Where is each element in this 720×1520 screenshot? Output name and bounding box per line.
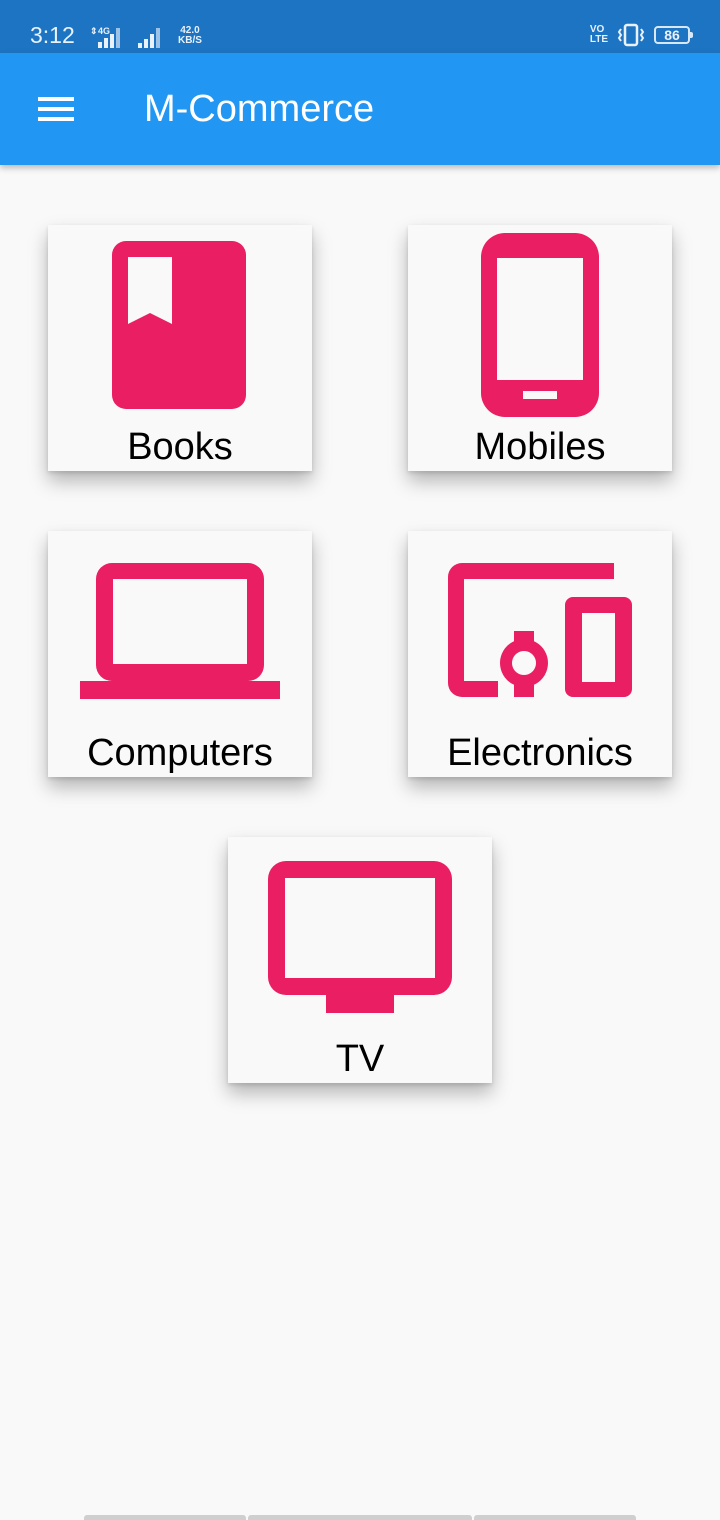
signal-4g-icon: ⇕ 4G	[90, 26, 120, 48]
category-label: Computers	[87, 732, 273, 774]
page-title: M-Commerce	[144, 88, 375, 130]
hamburger-menu-icon[interactable]	[28, 89, 84, 129]
vibrate-icon	[617, 23, 645, 47]
smartphone-icon	[481, 233, 599, 417]
category-card-computers[interactable]: Computers	[48, 531, 312, 777]
nav-hint-left[interactable]	[84, 1515, 246, 1520]
battery-icon: 86	[654, 26, 693, 44]
tv-icon	[268, 861, 452, 1013]
status-bar: 3:12 ⇕ 4G 42.0 KB/S VO LTE 86	[0, 0, 720, 53]
category-label: Mobiles	[474, 426, 606, 468]
category-card-mobiles[interactable]: Mobiles	[408, 225, 672, 471]
category-card-books[interactable]: Books	[48, 225, 312, 471]
laptop-icon	[80, 563, 280, 699]
category-label: TV	[335, 1038, 385, 1080]
status-left-icons: ⇕ 4G 42.0 KB/S	[88, 20, 202, 50]
signal-icon	[138, 28, 160, 48]
data-rate-unit: KB/S	[178, 35, 202, 46]
svg-text:⇕: ⇕	[90, 26, 98, 36]
network-type-label: 4G	[98, 26, 110, 36]
nav-hint-right[interactable]	[474, 1515, 636, 1520]
volte-indicator: VO LTE	[589, 24, 608, 45]
devices-icon	[448, 563, 632, 697]
nav-hint-center[interactable]	[248, 1515, 472, 1520]
book-icon	[112, 241, 246, 409]
app-bar: M-Commerce	[0, 53, 720, 165]
category-label: Books	[127, 426, 233, 468]
status-right-icons: VO LTE 86	[589, 20, 693, 50]
category-card-electronics[interactable]: Electronics	[408, 531, 672, 777]
category-label: Electronics	[447, 732, 633, 774]
category-card-tv[interactable]: TV	[228, 837, 492, 1083]
status-time: 3:12	[30, 22, 75, 48]
data-rate: 42.0 KB/S	[178, 26, 202, 46]
